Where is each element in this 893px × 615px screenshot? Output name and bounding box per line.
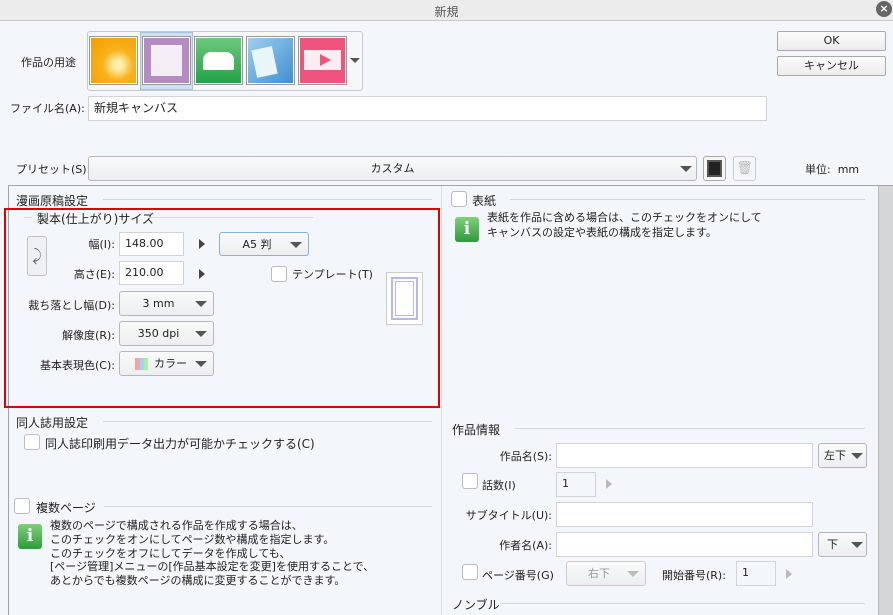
size-group-title: 製本(仕上がり)サイズ [37,212,155,226]
save-preset-button[interactable] [703,156,726,181]
width-input[interactable]: 148.00 [119,232,184,256]
column-divider [441,186,442,615]
work-title-label: 作品名(S): [499,450,552,463]
scrollbar[interactable] [878,186,893,615]
height-spin-icon[interactable] [199,269,205,279]
author-position-value: 下 [827,538,838,551]
author-position-dropdown[interactable]: 下 [818,532,867,557]
color-mode-value: カラー [154,357,187,370]
bleed-label: 裁ち落とし幅(D): [28,299,115,312]
episode-input[interactable]: 1 [556,472,596,497]
work-title-input[interactable] [556,443,813,468]
page-preview [386,272,423,325]
start-number-spin-icon[interactable] [786,569,792,579]
multi-page-label: 複数ページ [36,501,96,515]
file-name-label: ファイル名(A): [10,102,85,115]
cancel-button[interactable]: キャンセル [777,56,886,76]
color-mode-label: 基本表現色(C): [40,359,115,372]
animation-icon[interactable] [298,36,347,85]
doujin-check-label: 同人誌印刷用データ出力が可能かチェックする(C) [45,437,315,451]
template-checkbox[interactable] [271,266,287,282]
file-name-input[interactable]: 新規キャンバス [88,96,767,121]
start-number-input[interactable]: 1 [736,561,776,586]
page-number-position-value: 右下 [588,567,610,580]
doujin-section-title: 同人誌用設定 [16,416,89,430]
height-input[interactable]: 210.00 [119,261,184,285]
episode-spin-icon[interactable] [606,479,612,489]
template-label: テンプレート(T) [292,268,373,281]
author-input[interactable] [556,532,813,557]
info-icon: i [18,524,42,549]
height-label: 高さ(E): [73,268,115,281]
paper-size-value: A5 判 [242,238,272,251]
info-icon: i [455,217,479,242]
book-icon[interactable] [194,36,243,85]
resolution-value: 350 dpi [137,327,180,340]
usage-more-icon[interactable] [350,58,360,63]
start-number-label: 開始番号(R): [662,569,726,582]
subtitle-input[interactable] [556,502,813,527]
unit-label: 単位: mm [805,163,860,176]
author-label: 作者名(A): [499,539,552,552]
bleed-dropdown[interactable]: 3 mm [119,291,214,316]
delete-preset-button[interactable]: 🗑 [733,156,756,181]
comic-section-title: 漫画原稿設定 [16,194,89,208]
usage-label: 作品の用途 [21,56,76,69]
color-mode-dropdown[interactable]: カラー [119,351,214,376]
close-icon[interactable]: × [876,1,892,17]
nombre-title: ノンブル [452,598,500,612]
preset-dropdown[interactable]: カスタム [88,156,697,181]
resolution-dropdown[interactable]: 350 dpi [119,321,214,346]
cover-info: 表紙を作品に含める場合は、このチェックをオンにして キャンバスの設定や表紙の構成を… [487,211,762,239]
subtitle-label: サブタイトル(U): [465,509,552,522]
page-number-position-dropdown[interactable]: 右下 [566,561,646,586]
width-label: 幅(I): [88,238,115,251]
episode-label: 話数(I) [482,479,516,492]
paper-size-dropdown[interactable]: A5 判 [219,232,309,256]
page-number-label: ページ番号(G) [482,569,554,582]
work-title-position-value: 左下 [824,449,846,462]
episode-checkbox[interactable] [462,473,478,489]
trash-icon: 🗑 [736,161,753,176]
resolution-label: 解像度(R): [62,329,115,342]
multi-page-checkbox[interactable] [14,498,30,514]
illustration-icon[interactable] [89,36,138,85]
doujin-checkbox[interactable] [24,434,40,450]
work-info-title: 作品情報 [452,423,501,437]
window-title: 新規 [434,5,459,19]
multi-page-info: 複数のページで構成される作品を作成する場合は、 このチェックをオンにしてページ数や… [50,519,375,588]
page-number-checkbox[interactable] [462,564,478,580]
color-swatch-icon [135,358,148,370]
cover-checkbox[interactable] [451,191,467,207]
preset-value: カスタム [370,162,415,175]
bleed-value: 3 mm [142,297,175,310]
ok-button[interactable]: OK [777,31,886,51]
work-title-position-dropdown[interactable]: 左下 [818,443,867,468]
all-settings-icon[interactable] [246,36,295,85]
save-icon [707,160,722,177]
width-spin-icon[interactable] [199,239,205,249]
comic-icon[interactable] [142,36,191,85]
preset-label: プリセット(S): [16,163,91,176]
cover-label: 表紙 [472,194,497,208]
